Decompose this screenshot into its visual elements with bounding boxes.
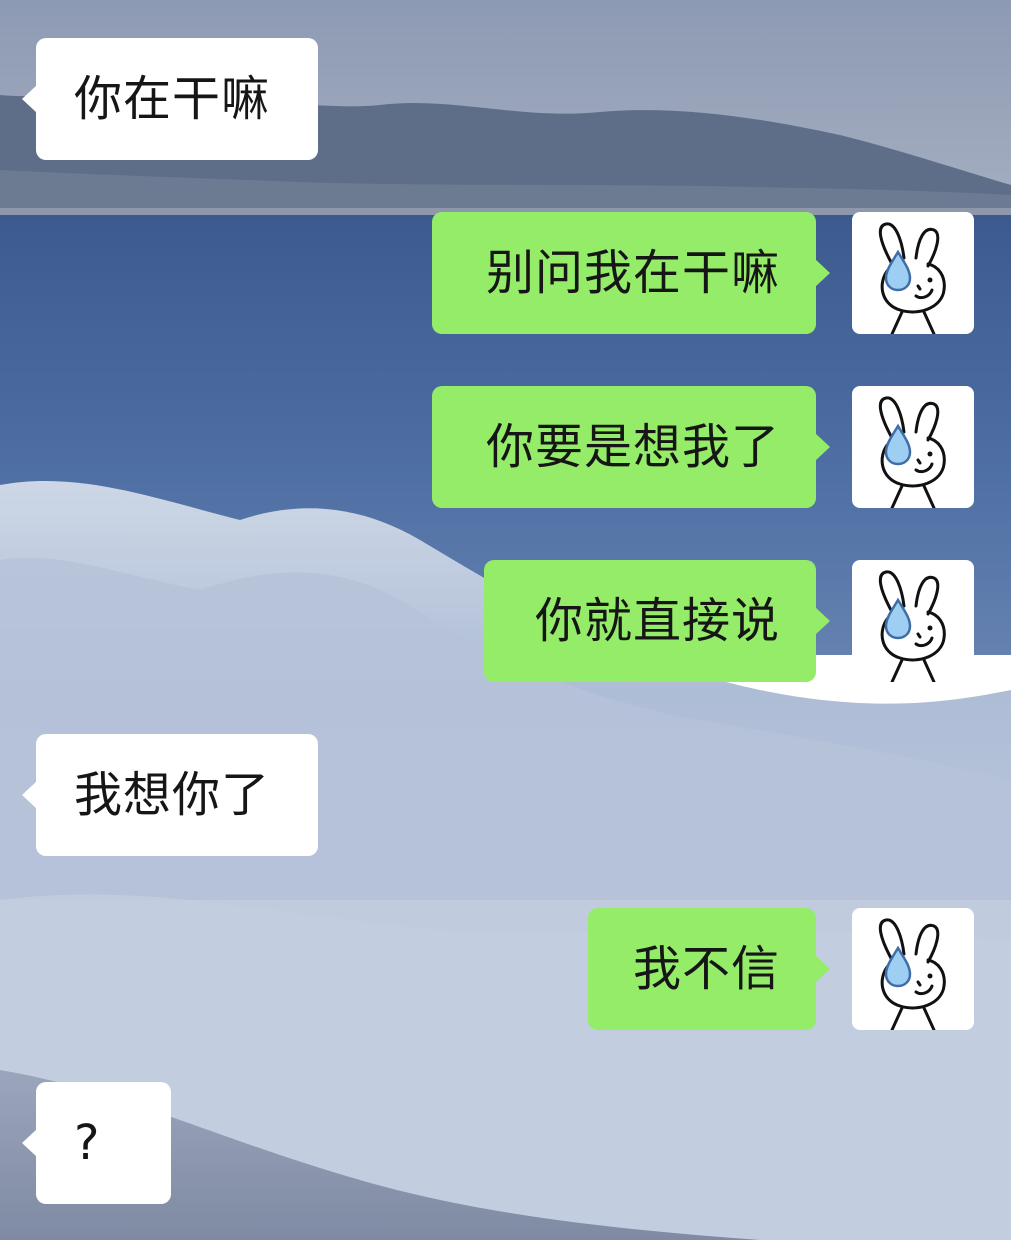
message-bubble[interactable]: 我想你了 <box>22 734 318 856</box>
avatar[interactable] <box>852 560 974 682</box>
bunny-sweat-drop-icon <box>878 222 946 334</box>
message-bubble[interactable]: ? <box>22 1082 171 1204</box>
message-bubble[interactable]: 你在干嘛 <box>22 38 318 160</box>
chat-window: 你在干嘛 别问我在干嘛 你要是想我了 你就直接说 我想你了 我不信 ? <box>0 0 1011 1240</box>
message-bubble[interactable]: 你就直接说 <box>484 560 830 682</box>
message-bubble[interactable]: 别问我在干嘛 <box>432 212 830 334</box>
bunny-sweat-drop-icon <box>878 396 946 508</box>
avatar[interactable] <box>852 212 974 334</box>
message-bubble[interactable]: 你要是想我了 <box>432 386 830 508</box>
avatar[interactable] <box>852 386 974 508</box>
message-bubble[interactable]: 我不信 <box>588 908 830 1030</box>
avatar[interactable] <box>852 908 974 1030</box>
bunny-sweat-drop-icon <box>878 918 946 1030</box>
bunny-sweat-drop-icon <box>878 570 946 682</box>
